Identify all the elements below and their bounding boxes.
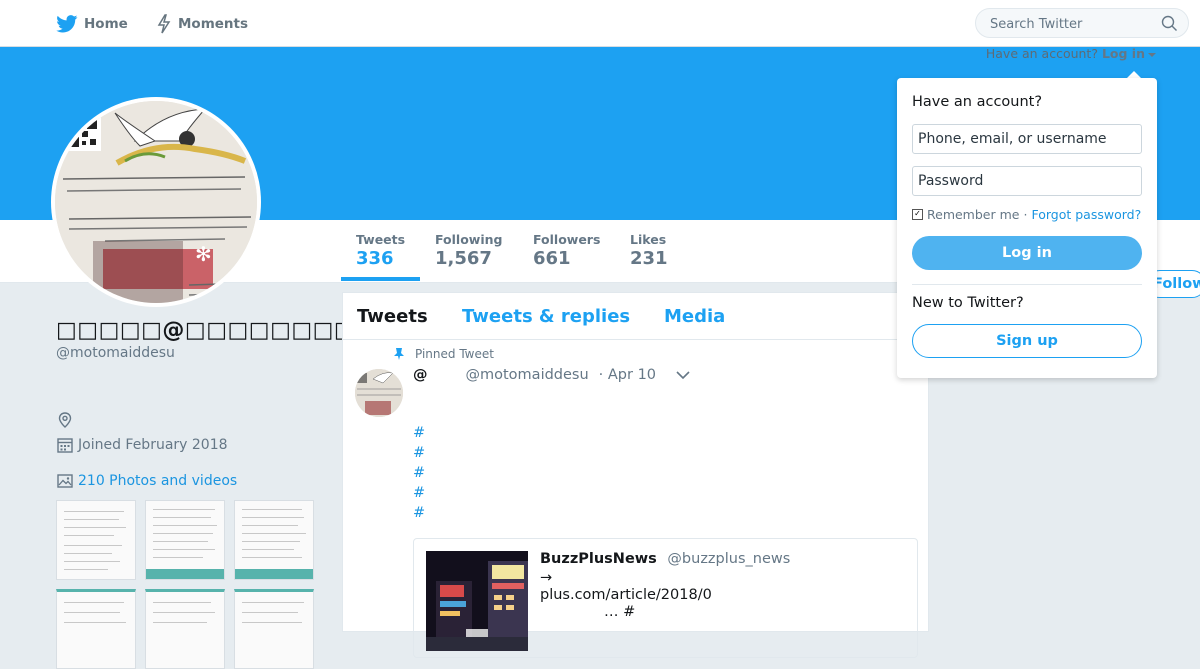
timeline-tabs: Tweets Tweets & replies Media [343,293,928,340]
stat-likes[interactable]: Likes 231 [630,232,668,269]
stat-value: 231 [630,248,668,269]
quoted-tweet-image [426,551,528,651]
search-input[interactable] [988,14,1162,34]
username-input[interactable] [912,124,1142,154]
joined-date: Joined February 2018 [78,437,228,453]
search-box[interactable] [975,8,1189,38]
stat-tweets[interactable]: Tweets 336 [356,232,405,269]
tweet-hashtag[interactable]: # [413,445,425,461]
stat-label: Tweets [356,232,406,247]
tab-tweets-replies[interactable]: Tweets & replies [462,306,630,327]
tweet-author-handle[interactable]: @motomaiddesu [466,367,589,383]
location-pin-icon [58,412,72,428]
photos-videos-link[interactable]: 210 Photos and videos [78,473,237,489]
top-nav-bar: Home Moments [0,0,1200,47]
location-row [56,411,74,429]
photo-thumbnail[interactable] [145,589,225,669]
quoted-tweet-line: … # [604,604,636,620]
tweet-hashtag[interactable]: # [413,505,425,521]
pin-icon [394,348,404,360]
photos-row[interactable]: 210 Photos and videos [56,472,237,490]
tweet-timestamp[interactable]: · Apr 10 [599,367,656,383]
caret-down-icon [1148,52,1156,57]
password-input[interactable] [912,166,1142,196]
login-menu-label[interactable]: Log in [1102,46,1145,61]
quoted-tweet-card[interactable]: BuzzPlusNews @buzzplus_news → plus.com/a… [413,538,918,658]
remember-me-label[interactable]: Remember me [927,207,1019,222]
city-night-image [426,551,528,651]
stat-value: 661 [533,248,571,269]
new-to-twitter-heading: New to Twitter? [912,295,1024,311]
nav-home[interactable]: Home [56,14,128,34]
joined-row: Joined February 2018 [56,436,228,454]
stat-followers[interactable]: Followers 661 [533,232,600,269]
login-menu-trigger[interactable]: Have an account? Log in [986,46,1156,61]
tab-tweets[interactable]: Tweets [357,306,428,327]
remember-me-checkbox[interactable]: ✓ [912,209,923,220]
search-icon[interactable] [1161,15,1178,32]
stat-value: 1,567 [435,248,492,269]
login-heading: Have an account? [912,94,1043,110]
active-stat-indicator [341,277,420,281]
quoted-author-handle: @buzzplus_news [667,551,791,567]
forgot-password-link[interactable]: Forgot password? [1031,207,1141,222]
profile-handle[interactable]: @motomaiddesu [56,345,175,361]
tweet-avatar-artwork [355,369,403,417]
sign-up-button[interactable]: Sign up [912,324,1142,358]
stat-value: 336 [356,248,394,269]
quoted-tweet-line: plus.com/article/2018/0 [540,587,712,603]
chevron-down-icon[interactable] [676,370,690,380]
tweet-author-name[interactable]: @ [413,367,428,383]
svg-text:✻: ✻ [195,242,212,266]
quoted-author-name: BuzzPlusNews [540,551,657,567]
remember-row: ✓ Remember me · Forgot password? [912,207,1141,222]
tweet-hashtag[interactable]: # [413,425,425,441]
pinned-tweet-context: Pinned Tweet [393,347,494,361]
pinned-label: Pinned Tweet [415,347,494,361]
tweet-author-avatar[interactable] [355,369,403,417]
tweet-header: @ @motomaiddesu · Apr 10 [413,367,690,383]
quoted-tweet-body: BuzzPlusNews @buzzplus_news → plus.com/a… [540,551,790,620]
quoted-tweet-line: → [540,570,553,586]
avatar-image: ✻ [55,101,257,303]
login-dropdown: Have an account? ✓ Remember me · Forgot … [897,78,1157,378]
profile-avatar[interactable]: ✻ [51,97,261,307]
stat-label: Followers [533,232,601,247]
tweet-hashtag[interactable]: # [413,465,425,481]
separator-dot: · [1023,207,1028,222]
avatar-artwork: ✻ [55,101,257,303]
photo-thumbnail[interactable] [56,589,136,669]
photo-thumbnail[interactable] [56,500,136,580]
lightning-icon [157,14,171,34]
photo-thumbnail[interactable] [234,500,314,580]
nav-moments[interactable]: Moments [156,14,248,34]
nav-moments-label: Moments [178,16,249,32]
twitter-bird-icon [56,15,78,33]
stat-label: Likes [630,232,667,247]
tweets-timeline: Tweets Tweets & replies Media Pinned Twe… [342,292,929,658]
calendar-icon [57,438,73,453]
stat-label: Following [435,232,503,247]
tab-media[interactable]: Media [664,306,725,327]
tweet-hashtag[interactable]: # [413,485,425,501]
stat-following[interactable]: Following 1,567 [435,232,502,269]
log-in-button[interactable]: Log in [912,236,1142,270]
have-account-text: Have an account? [985,46,1098,61]
photo-thumbnail[interactable] [145,500,225,580]
photo-thumbnail[interactable] [234,589,314,669]
photo-icon [57,474,73,488]
nav-home-label: Home [84,16,128,32]
divider [912,284,1142,285]
